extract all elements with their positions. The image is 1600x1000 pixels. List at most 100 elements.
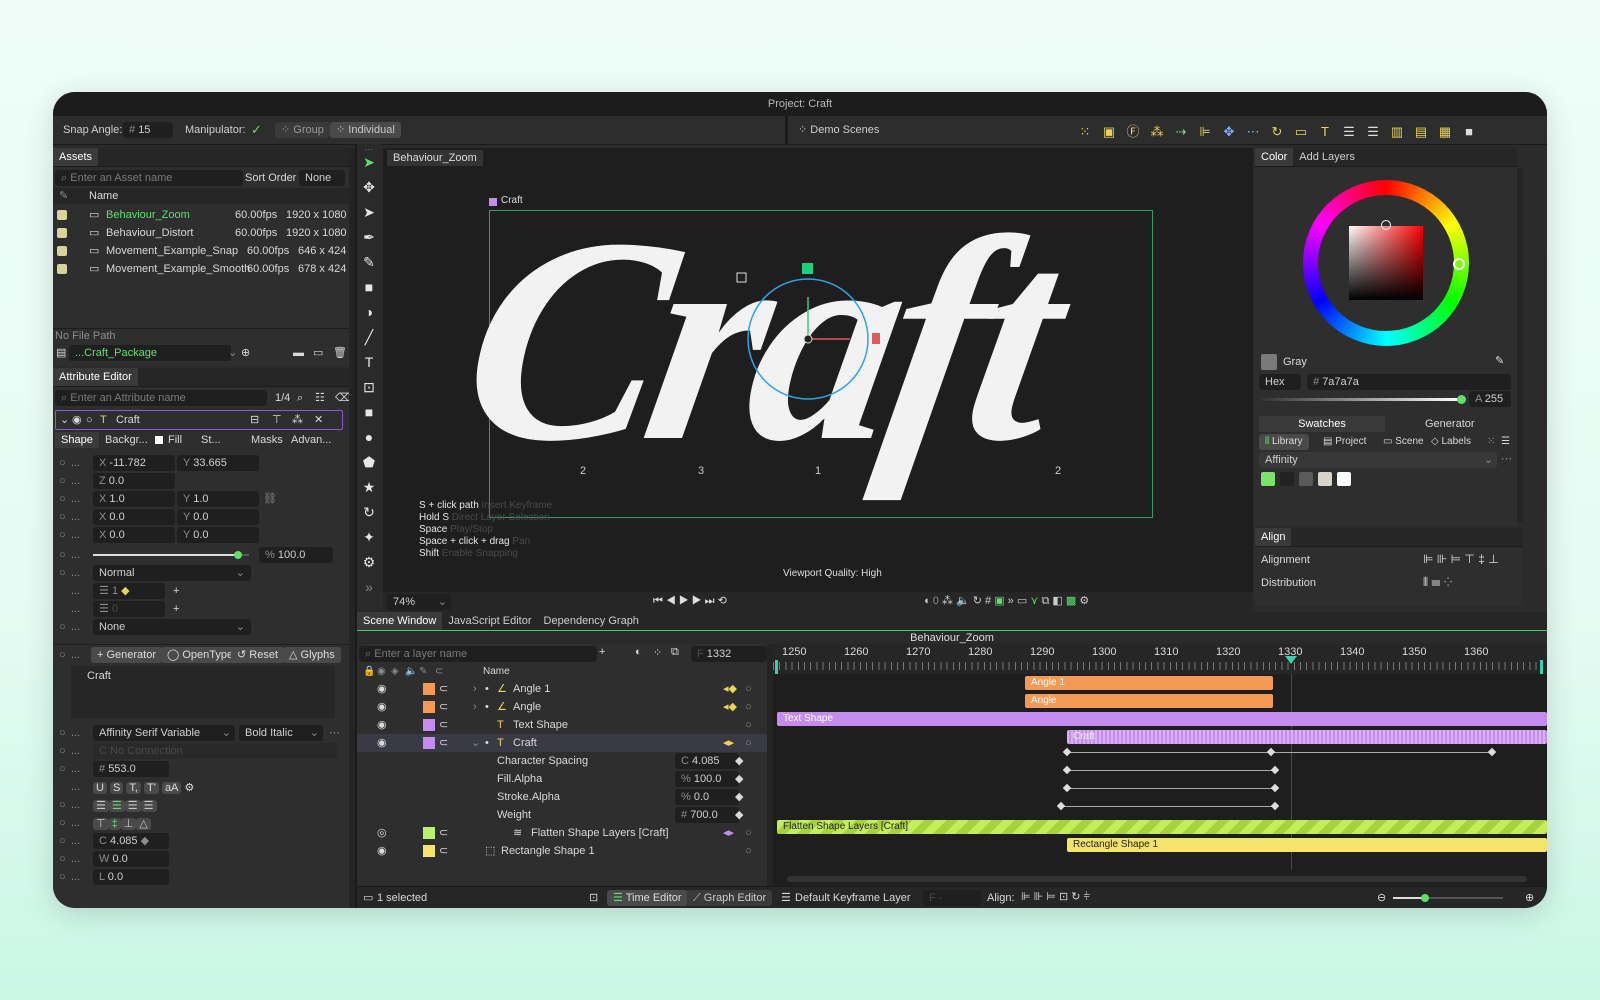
- list-view-icon[interactable]: ☰: [1501, 434, 1510, 450]
- viewport[interactable]: Behaviour_Zoom Craft Craft 2 3 1 2 S + c…: [383, 148, 1253, 592]
- row-menu[interactable]: ...: [71, 760, 80, 778]
- row-menu[interactable]: ...: [71, 724, 80, 742]
- align-hcenter-icon[interactable]: ⊪: [1437, 552, 1447, 566]
- keyframe[interactable]: [1062, 747, 1072, 757]
- transform-manipulator[interactable]: [730, 251, 880, 401]
- connection-input[interactable]: C No Connection: [93, 743, 337, 759]
- font-icon[interactable]: Ⓕ: [1121, 121, 1145, 140]
- keyframe-toggle-icon[interactable]: ○: [59, 472, 66, 490]
- graph-editor-button[interactable]: ⟋ Graph Editor: [687, 890, 773, 906]
- timeline-zoom-knob[interactable]: [1421, 894, 1429, 902]
- align-center-icon[interactable]: ⊪: [1034, 891, 1044, 903]
- swatch-item[interactable]: [1337, 472, 1351, 486]
- zoom-search-icon[interactable]: ⌕: [297, 390, 303, 406]
- keyframe-icon[interactable]: ◆: [735, 770, 743, 788]
- property-input[interactable]: C 4.085: [675, 753, 739, 769]
- record-icon[interactable]: ◖: [923, 595, 930, 607]
- w-input[interactable]: W 0.0: [93, 851, 169, 867]
- scale-y-input[interactable]: Y 1.0: [177, 491, 259, 507]
- expand-tools-icon[interactable]: »: [357, 579, 381, 604]
- reset-button[interactable]: ↺ Reset: [231, 647, 285, 663]
- color-panel-scrollbar[interactable]: [1517, 168, 1523, 522]
- skew-y-input[interactable]: Y 0.0: [177, 509, 259, 525]
- select-icon[interactable]: ⁘: [653, 646, 662, 659]
- expand-icon[interactable]: ⊡: [1059, 891, 1068, 903]
- keyframe-toggle-icon[interactable]: ○: [59, 868, 66, 886]
- solo-icon[interactable]: ○: [745, 734, 752, 752]
- tab-dependency-graph[interactable]: Dependency Graph: [538, 612, 645, 630]
- keyframe-toggle-icon[interactable]: ○: [59, 490, 66, 508]
- asset-row[interactable]: ▭ Behaviour_Zoom 60.00fps 1920 x 1080: [53, 206, 349, 224]
- asset-row[interactable]: ▭ Movement_Example_Smooth 60.00fps 678 x…: [53, 260, 349, 278]
- loop-icon[interactable]: ⟲: [718, 595, 727, 607]
- keyframe[interactable]: [1487, 747, 1497, 757]
- row-menu[interactable]: ...: [71, 832, 80, 850]
- camera-tool-icon[interactable]: ■: [357, 279, 381, 304]
- timeline-zoom-slider[interactable]: [1393, 894, 1503, 902]
- visibility-icon[interactable]: ◉: [377, 698, 387, 716]
- keyframe-toggle-icon[interactable]: ○: [59, 760, 66, 778]
- generator-button[interactable]: + Generator: [91, 647, 163, 663]
- skip-end-icon[interactable]: ⏭: [705, 595, 715, 607]
- pivot-handle[interactable]: [803, 334, 813, 344]
- row-menu[interactable]: ...: [71, 850, 80, 868]
- row-menu[interactable]: ...: [71, 796, 80, 814]
- tab-align[interactable]: Align: [1255, 528, 1292, 546]
- pen-tool-icon[interactable]: ✒: [357, 229, 381, 254]
- add-icon[interactable]: +: [173, 600, 179, 618]
- saturation-square[interactable]: [1349, 226, 1423, 300]
- star-tool-icon[interactable]: ★: [357, 479, 381, 504]
- blend-select[interactable]: Normal ⌄: [93, 565, 251, 581]
- solo-icon[interactable]: ○: [745, 716, 752, 734]
- layer-row-selected[interactable]: ◉ ⊂ ⌄ • T Craft ◂▸ ○: [357, 734, 767, 752]
- frame-input[interactable]: F 1332: [691, 646, 767, 662]
- columns-icon[interactable]: ▥: [1385, 124, 1409, 140]
- hue-picker[interactable]: [1453, 258, 1465, 270]
- row-menu[interactable]: ...: [71, 618, 80, 636]
- opentype-button[interactable]: ◯ OpenType: [161, 647, 240, 663]
- mask-icon[interactable]: ◧: [1052, 595, 1062, 607]
- timeline-scrollbar[interactable]: [787, 876, 1527, 882]
- import-icon[interactable]: ⊕: [241, 344, 250, 362]
- tab-color[interactable]: Color: [1255, 148, 1294, 166]
- mask-select[interactable]: None ⌄: [93, 619, 251, 635]
- align-center-icon[interactable]: ☰: [108, 800, 125, 812]
- row-menu[interactable]: ...: [71, 600, 80, 618]
- more-icon[interactable]: ⋯: [329, 724, 340, 742]
- tab-fill[interactable]: Fill: [168, 432, 182, 448]
- flatten-visibility-icon[interactable]: ◎: [377, 824, 387, 842]
- align-right-icon[interactable]: ☰: [124, 800, 141, 812]
- keyframe[interactable]: [1056, 801, 1066, 811]
- align-right-icon[interactable]: ⊨: [1451, 552, 1461, 566]
- keyframe-toggle-icon[interactable]: ○: [59, 618, 66, 636]
- row-menu[interactable]: ...: [71, 526, 80, 544]
- link-icon[interactable]: ⊂: [439, 698, 448, 716]
- align-top-icon[interactable]: ⊤: [93, 818, 109, 830]
- scale-x-input[interactable]: X 1.0: [93, 491, 175, 507]
- position-y-input[interactable]: Y 33.665: [177, 455, 259, 471]
- scene-selector[interactable]: ⁘ Demo Scenes: [798, 116, 879, 144]
- row-menu[interactable]: ...: [71, 582, 80, 600]
- tab-generator[interactable]: Generator: [1425, 416, 1475, 432]
- rectangle-tool-icon[interactable]: ■: [357, 404, 381, 429]
- link-icon[interactable]: ⊂: [439, 842, 448, 860]
- glyphs-button[interactable]: △ Glyphs: [283, 647, 341, 663]
- fit-icon[interactable]: ⊡: [589, 887, 598, 908]
- tab-shape[interactable]: Shape: [55, 432, 99, 448]
- keyframe-toggle-icon[interactable]: ○: [59, 724, 66, 742]
- align-left-icon[interactable]: ☰: [93, 800, 109, 812]
- property-row[interactable]: Character Spacing C 4.085 ◆: [357, 752, 767, 770]
- alpha-slider[interactable]: [1261, 395, 1466, 404]
- source-library[interactable]: ⫴ Library: [1259, 434, 1309, 450]
- solo-icon[interactable]: ○: [745, 680, 752, 698]
- camera-icon[interactable]: ■: [1457, 124, 1481, 139]
- text-tool-icon[interactable]: T: [357, 354, 381, 379]
- property-row[interactable]: Stroke.Alpha % 0.0 ◆: [357, 788, 767, 806]
- timeline-bar-angle[interactable]: Angle: [1025, 694, 1273, 708]
- layer-row[interactable]: ◎ ⊂ ≋ Flatten Shape Layers [Craft] ◂▸ ○: [357, 824, 767, 842]
- strikethrough-button[interactable]: S: [110, 782, 124, 794]
- opacity-input[interactable]: % 100.0: [259, 547, 333, 563]
- motion-icon[interactable]: ↻: [973, 595, 982, 607]
- property-row[interactable]: Weight # 700.0 ◆: [357, 806, 767, 824]
- link-icon[interactable]: ⊂: [439, 734, 448, 752]
